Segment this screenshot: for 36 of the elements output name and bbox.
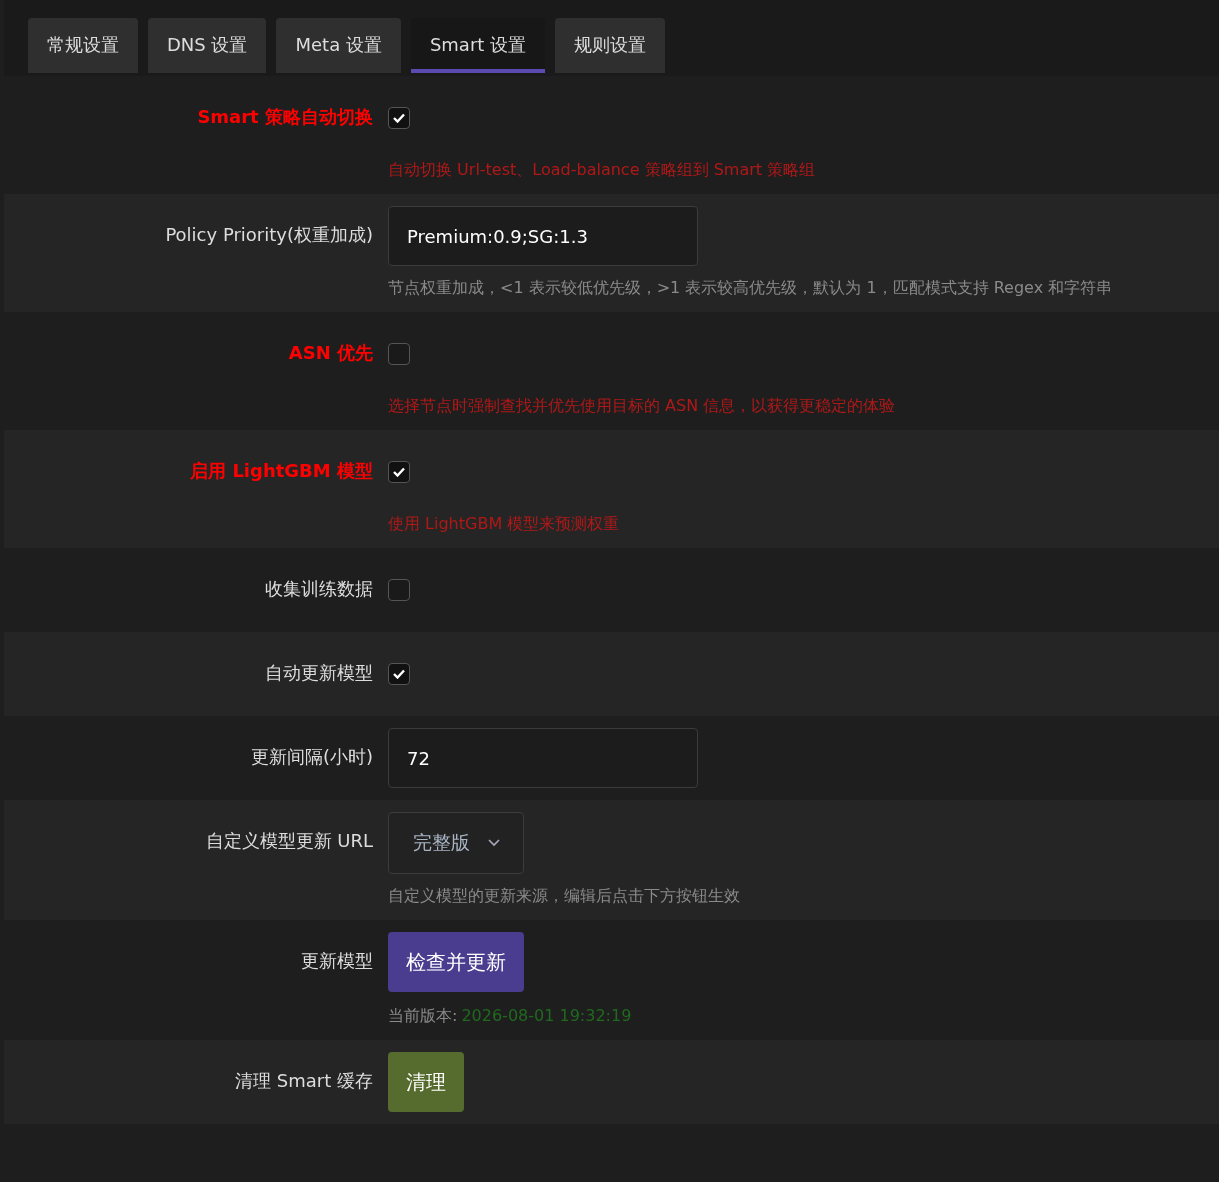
tab[interactable]: DNS 设置	[148, 18, 267, 73]
description-text: 使用 LightGBM 模型来预测权重	[388, 513, 620, 535]
checkbox[interactable]	[388, 343, 410, 365]
field-label: ASN 优先	[287, 341, 373, 365]
tab[interactable]: 规则设置	[555, 18, 666, 73]
field-label: 更新模型	[300, 949, 373, 973]
field-label: 启用 LightGBM 模型	[189, 459, 373, 483]
checkbox[interactable]	[388, 107, 410, 129]
dropdown[interactable]: 完整版	[388, 812, 524, 874]
input-field[interactable]: 72	[388, 728, 698, 788]
tab[interactable]: Smart 设置	[410, 18, 546, 73]
description-text: 自动切换 Url-test、Load-balance 策略组到 Smart 策略组	[388, 159, 816, 181]
field-label: 更新间隔(小时)	[249, 745, 373, 769]
action-button[interactable]: 清理	[388, 1052, 464, 1112]
check-icon	[393, 113, 405, 123]
version-value: 2026-08-01 19:32:19	[461, 1005, 632, 1027]
tab[interactable]: Meta 设置	[276, 18, 401, 73]
field-label: Smart 策略自动切换	[196, 105, 373, 129]
chevron-down-icon	[487, 839, 500, 847]
version-label: 当前版本:	[388, 1005, 458, 1027]
check-icon	[393, 669, 405, 679]
checkbox[interactable]	[388, 663, 410, 685]
checkbox[interactable]	[388, 461, 410, 483]
description-text: 自定义模型的更新来源，编辑后点击下方按钮生效	[388, 885, 740, 907]
field-label: 自定义模型更新 URL	[204, 829, 373, 853]
check-icon	[393, 467, 405, 477]
checkbox[interactable]	[388, 579, 410, 601]
field-label: 自动更新模型	[264, 661, 373, 685]
tab[interactable]: 常规设置	[28, 18, 138, 73]
description-text: 选择节点时强制查找并优先使用目标的 ASN 信息，以获得更稳定的体验	[388, 395, 896, 417]
description-text: 节点权重加成，<1 表示较低优先级，>1 表示较高优先级，默认为 1，匹配模式支持 Regex 和字符串	[388, 277, 1113, 299]
action-button[interactable]: 检查并更新	[388, 932, 524, 992]
input-field[interactable]: Premium:0.9;SG:1.3	[388, 206, 698, 266]
field-label: 收集训练数据	[264, 577, 373, 601]
field-label: 清理 Smart 缓存	[234, 1069, 373, 1093]
field-label: Policy Priority(权重加成)	[164, 223, 373, 247]
